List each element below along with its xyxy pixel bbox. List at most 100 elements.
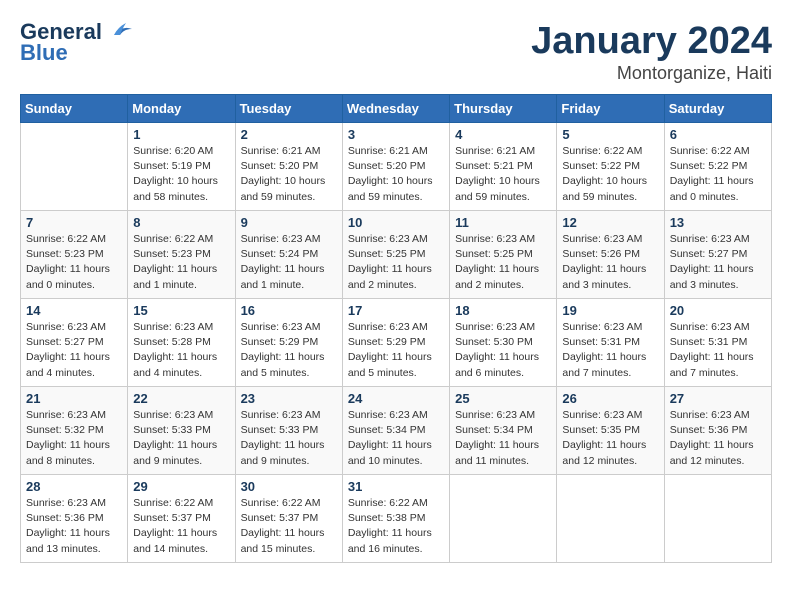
day-info: Sunrise: 6:23 AM Sunset: 5:25 PM Dayligh… <box>348 232 444 293</box>
day-cell: 23Sunrise: 6:23 AM Sunset: 5:33 PM Dayli… <box>235 387 342 475</box>
day-number: 21 <box>26 391 122 406</box>
day-cell: 21Sunrise: 6:23 AM Sunset: 5:32 PM Dayli… <box>21 387 128 475</box>
day-cell: 8Sunrise: 6:22 AM Sunset: 5:23 PM Daylig… <box>128 211 235 299</box>
day-cell: 7 Sunrise: 6:22 AM Sunset: 5:23 PM Daylig… <box>21 211 128 299</box>
day-info: Sunrise: 6:23 AM Sunset: 5:33 PM Dayligh… <box>133 408 229 469</box>
week-row-5: 28 Sunrise: 6:23 AM Sunset: 5:36 PM Dayli… <box>21 475 772 563</box>
page-header: General Blue January 2024 Montorganize, … <box>20 20 772 84</box>
day-info: Sunrise: 6:23 AM Sunset: 5:35 PM Dayligh… <box>562 408 658 469</box>
day-cell: 22 Sunrise: 6:23 AM Sunset: 5:33 PM Dayli… <box>128 387 235 475</box>
day-info: Sunrise: 6:23 AM Sunset: 5:31 PM Dayligh… <box>670 320 766 381</box>
day-number: 20 <box>670 303 766 318</box>
day-number: 4 <box>455 127 551 142</box>
col-header-friday: Friday <box>557 95 664 123</box>
day-cell <box>664 475 771 563</box>
day-number: 10 <box>348 215 444 230</box>
day-number: 19 <box>562 303 658 318</box>
day-info: Sunrise: 6:23 AM Sunset: 5:34 PM Dayligh… <box>348 408 444 469</box>
day-cell: 17 Sunrise: 6:23 AM Sunset: 5:29 PM Dayli… <box>342 299 449 387</box>
day-cell: 15 Sunrise: 6:23 AM Sunset: 5:28 PM Dayli… <box>128 299 235 387</box>
day-cell: 11Sunrise: 6:23 AM Sunset: 5:25 PM Dayli… <box>450 211 557 299</box>
day-info: Sunrise: 6:23 AM Sunset: 5:28 PM Dayligh… <box>133 320 229 381</box>
day-number: 29 <box>133 479 229 494</box>
day-info: Sunrise: 6:22 AM Sunset: 5:22 PM Dayligh… <box>562 144 658 205</box>
day-number: 23 <box>241 391 337 406</box>
day-cell: 14 Sunrise: 6:23 AM Sunset: 5:27 PM Dayli… <box>21 299 128 387</box>
day-info: Sunrise: 6:23 AM Sunset: 5:34 PM Dayligh… <box>455 408 551 469</box>
week-row-1: 1 Sunrise: 6:20 AM Sunset: 5:19 PM Daylig… <box>21 123 772 211</box>
day-number: 27 <box>670 391 766 406</box>
day-cell: 29 Sunrise: 6:22 AM Sunset: 5:37 PM Dayli… <box>128 475 235 563</box>
col-header-saturday: Saturday <box>664 95 771 123</box>
logo: General Blue <box>20 20 132 66</box>
day-info: Sunrise: 6:23 AM Sunset: 5:30 PM Dayligh… <box>455 320 551 381</box>
day-info: Sunrise: 6:22 AM Sunset: 5:37 PM Dayligh… <box>133 496 229 557</box>
day-number: 7 <box>26 215 122 230</box>
day-number: 30 <box>241 479 337 494</box>
day-cell: 9Sunrise: 6:23 AM Sunset: 5:24 PM Daylig… <box>235 211 342 299</box>
day-cell: 18 Sunrise: 6:23 AM Sunset: 5:30 PM Dayli… <box>450 299 557 387</box>
day-info: Sunrise: 6:22 AM Sunset: 5:37 PM Dayligh… <box>241 496 337 557</box>
day-cell: 31 Sunrise: 6:22 AM Sunset: 5:38 PM Dayli… <box>342 475 449 563</box>
day-number: 3 <box>348 127 444 142</box>
col-header-thursday: Thursday <box>450 95 557 123</box>
day-info: Sunrise: 6:22 AM Sunset: 5:38 PM Dayligh… <box>348 496 444 557</box>
day-number: 14 <box>26 303 122 318</box>
day-info: Sunrise: 6:21 AM Sunset: 5:20 PM Dayligh… <box>348 144 444 205</box>
title-block: January 2024 Montorganize, Haiti <box>531 20 772 84</box>
location-title: Montorganize, Haiti <box>531 63 772 84</box>
day-info: Sunrise: 6:22 AM Sunset: 5:23 PM Dayligh… <box>26 232 122 293</box>
day-info: Sunrise: 6:22 AM Sunset: 5:22 PM Dayligh… <box>670 144 766 205</box>
week-row-2: 7 Sunrise: 6:22 AM Sunset: 5:23 PM Daylig… <box>21 211 772 299</box>
day-number: 25 <box>455 391 551 406</box>
day-cell: 10 Sunrise: 6:23 AM Sunset: 5:25 PM Dayli… <box>342 211 449 299</box>
day-cell: 24 Sunrise: 6:23 AM Sunset: 5:34 PM Dayli… <box>342 387 449 475</box>
day-info: Sunrise: 6:23 AM Sunset: 5:24 PM Dayligh… <box>241 232 337 293</box>
day-cell: 1 Sunrise: 6:20 AM Sunset: 5:19 PM Daylig… <box>128 123 235 211</box>
day-number: 1 <box>133 127 229 142</box>
col-header-tuesday: Tuesday <box>235 95 342 123</box>
day-cell: 26 Sunrise: 6:23 AM Sunset: 5:35 PM Dayli… <box>557 387 664 475</box>
calendar-table: SundayMondayTuesdayWednesdayThursdayFrid… <box>20 94 772 563</box>
week-row-4: 21Sunrise: 6:23 AM Sunset: 5:32 PM Dayli… <box>21 387 772 475</box>
day-cell: 5 Sunrise: 6:22 AM Sunset: 5:22 PM Daylig… <box>557 123 664 211</box>
day-number: 5 <box>562 127 658 142</box>
day-cell: 16 Sunrise: 6:23 AM Sunset: 5:29 PM Dayli… <box>235 299 342 387</box>
day-number: 6 <box>670 127 766 142</box>
day-info: Sunrise: 6:23 AM Sunset: 5:26 PM Dayligh… <box>562 232 658 293</box>
day-number: 24 <box>348 391 444 406</box>
day-info: Sunrise: 6:23 AM Sunset: 5:36 PM Dayligh… <box>26 496 122 557</box>
calendar-header-row: SundayMondayTuesdayWednesdayThursdayFrid… <box>21 95 772 123</box>
day-cell: 13Sunrise: 6:23 AM Sunset: 5:27 PM Dayli… <box>664 211 771 299</box>
day-cell: 30 Sunrise: 6:22 AM Sunset: 5:37 PM Dayli… <box>235 475 342 563</box>
day-info: Sunrise: 6:21 AM Sunset: 5:20 PM Dayligh… <box>241 144 337 205</box>
day-cell: 20 Sunrise: 6:23 AM Sunset: 5:31 PM Dayli… <box>664 299 771 387</box>
day-number: 26 <box>562 391 658 406</box>
day-cell: 28 Sunrise: 6:23 AM Sunset: 5:36 PM Dayli… <box>21 475 128 563</box>
day-info: Sunrise: 6:21 AM Sunset: 5:21 PM Dayligh… <box>455 144 551 205</box>
day-info: Sunrise: 6:20 AM Sunset: 5:19 PM Dayligh… <box>133 144 229 205</box>
day-info: Sunrise: 6:23 AM Sunset: 5:36 PM Dayligh… <box>670 408 766 469</box>
day-number: 22 <box>133 391 229 406</box>
day-number: 2 <box>241 127 337 142</box>
day-number: 13 <box>670 215 766 230</box>
day-cell: 3 Sunrise: 6:21 AM Sunset: 5:20 PM Daylig… <box>342 123 449 211</box>
day-number: 18 <box>455 303 551 318</box>
col-header-wednesday: Wednesday <box>342 95 449 123</box>
day-number: 8 <box>133 215 229 230</box>
day-info: Sunrise: 6:23 AM Sunset: 5:27 PM Dayligh… <box>26 320 122 381</box>
day-info: Sunrise: 6:23 AM Sunset: 5:31 PM Dayligh… <box>562 320 658 381</box>
day-info: Sunrise: 6:23 AM Sunset: 5:29 PM Dayligh… <box>241 320 337 381</box>
day-number: 15 <box>133 303 229 318</box>
day-cell: 12 Sunrise: 6:23 AM Sunset: 5:26 PM Dayli… <box>557 211 664 299</box>
day-number: 17 <box>348 303 444 318</box>
day-number: 28 <box>26 479 122 494</box>
day-number: 16 <box>241 303 337 318</box>
day-cell: 2 Sunrise: 6:21 AM Sunset: 5:20 PM Daylig… <box>235 123 342 211</box>
day-info: Sunrise: 6:23 AM Sunset: 5:29 PM Dayligh… <box>348 320 444 381</box>
logo-bird-icon <box>104 21 132 43</box>
day-number: 12 <box>562 215 658 230</box>
week-row-3: 14 Sunrise: 6:23 AM Sunset: 5:27 PM Dayli… <box>21 299 772 387</box>
day-number: 31 <box>348 479 444 494</box>
day-cell <box>21 123 128 211</box>
